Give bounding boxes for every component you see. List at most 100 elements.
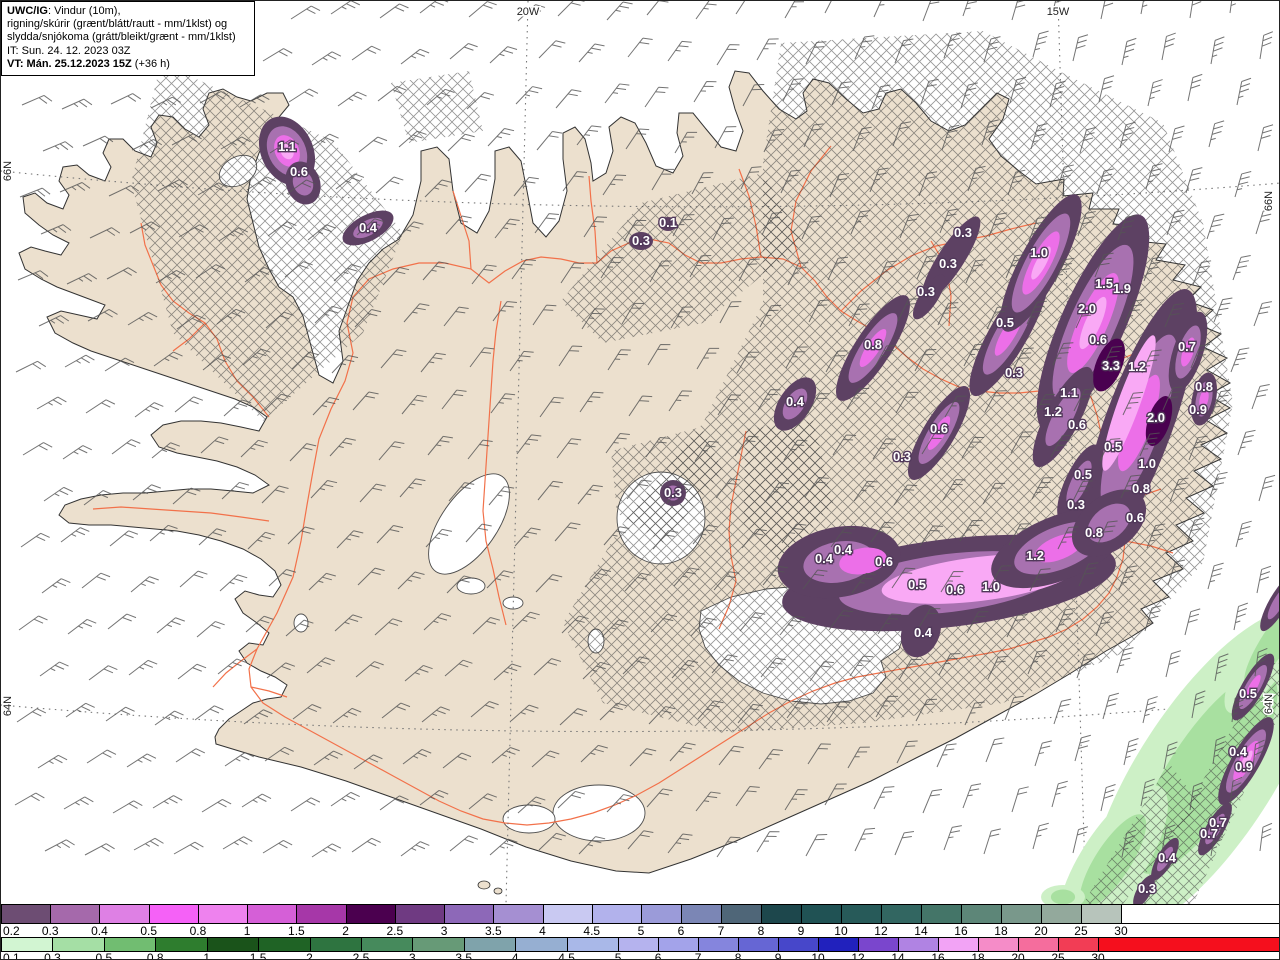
colorbar-tick-label: 30 bbox=[1091, 951, 1105, 960]
precip-value-label: 0.4 bbox=[834, 542, 853, 557]
colorbar-tick-label: 4.5 bbox=[583, 924, 601, 938]
colorbar-segment bbox=[542, 905, 592, 923]
colorbar-tick-label: 0.8 bbox=[146, 951, 164, 960]
colorbar-tick-label: 0.8 bbox=[189, 924, 207, 938]
precip-value-label: 0.6 bbox=[946, 582, 964, 597]
colorbar-tick-label: 7 bbox=[694, 951, 702, 960]
colorbar-tick-label: 5 bbox=[614, 951, 622, 960]
colorbar-tick-label: 20 bbox=[1034, 924, 1048, 938]
colorbar-segment bbox=[1040, 905, 1081, 923]
precip-value-label: 0.6 bbox=[1126, 510, 1144, 525]
precip-value-label: 2.0 bbox=[1078, 301, 1096, 316]
precip-value-label: 0.5 bbox=[1074, 467, 1092, 482]
colorbar-segment bbox=[412, 938, 464, 951]
precip-value-label: 0.6 bbox=[930, 421, 948, 436]
precip-value-label: 0.5 bbox=[1104, 439, 1122, 454]
colorbar-tick-label: 4 bbox=[511, 951, 519, 960]
colorbar-tick-label: 0.5 bbox=[95, 951, 113, 960]
meridian-label: 20W bbox=[517, 6, 540, 18]
colorbar-segment bbox=[197, 905, 248, 923]
colorbar-segment bbox=[938, 938, 979, 951]
precip-value-label: 0.3 bbox=[917, 284, 935, 299]
colorbar-tick-label: 25 bbox=[1074, 924, 1088, 938]
colorbar-tick-label: 16 bbox=[931, 951, 945, 960]
precip-value-label: 0.3 bbox=[939, 256, 957, 271]
forecast-title-box: UWC/IG: Vindur (10m), rigning/skúrir (gr… bbox=[1, 1, 255, 77]
colorbar-panel: 0.2 0.3 0.4 0.5 0.8 1 1.5 2 2.5 3 3.5 4 4.5 5 6 7 8 9 10 12… bbox=[1, 904, 1279, 960]
colorbar-tick-label: 30 bbox=[1114, 924, 1128, 938]
colorbar-segment bbox=[840, 905, 881, 923]
colorbar-tick-label: 16 bbox=[954, 924, 968, 938]
title-line-valid-time: VT: Mán. 25.12.2023 15Z (+36 h) bbox=[7, 57, 170, 70]
colorbar-segment bbox=[360, 938, 413, 951]
eyjafjallajokull-glacier bbox=[502, 804, 556, 834]
colorbar-tick-label: 20 bbox=[1011, 951, 1025, 960]
precip-value-label: 0.1 bbox=[659, 215, 677, 230]
precip-value-label: 0.4 bbox=[1229, 744, 1248, 759]
precip-value-label: 0.8 bbox=[864, 337, 882, 352]
precip-value-label: 0.3 bbox=[1005, 365, 1023, 380]
myrdalsjokull-glacier bbox=[552, 784, 646, 842]
colorbar-segment bbox=[493, 905, 543, 923]
colorbar-tick-label: 0.2 bbox=[3, 924, 20, 938]
colorbar-tick-label: 18 bbox=[971, 951, 985, 960]
precip-value-label: 0.9 bbox=[1235, 759, 1253, 774]
colorbar-segment bbox=[309, 938, 361, 951]
title-line-rain-legend: rigning/skúrir (grænt/blátt/rautt - mm/1… bbox=[7, 18, 228, 31]
precip-value-label: 1.0 bbox=[982, 579, 1000, 594]
colorbar-segment bbox=[680, 905, 721, 923]
title-line-sleet-legend: slydda/snjókoma (grátt/bleikt/grænt - mm… bbox=[7, 31, 236, 44]
colorbar-segment bbox=[720, 905, 761, 923]
precip-value-label: 0.5 bbox=[1239, 686, 1257, 701]
precip-value-label: 0.3 bbox=[1138, 881, 1156, 896]
colorbar-segment bbox=[1120, 905, 1279, 923]
precip-value-label: 0.3 bbox=[954, 225, 972, 240]
colorbar-segment bbox=[247, 905, 297, 923]
latitude-label: 64N bbox=[2, 696, 14, 716]
precip-value-label: 0.7 bbox=[1178, 339, 1196, 354]
colorbar-tick-label: 9 bbox=[797, 924, 805, 938]
colorbar-tick-label: 25 bbox=[1051, 951, 1065, 960]
precip-value-label: 3.3 bbox=[1102, 358, 1120, 373]
colorbar-segment bbox=[800, 905, 841, 923]
precip-value-label: 0.6 bbox=[1068, 417, 1086, 432]
precip-value-label: 0.9 bbox=[1189, 402, 1207, 417]
precip-value-label: 0.4 bbox=[1158, 850, 1177, 865]
colorbar-tick-label: 5 bbox=[637, 924, 645, 938]
colorbar-tick-label: 12 bbox=[851, 951, 865, 960]
precip-value-label: 0.4 bbox=[786, 394, 805, 409]
iceland-wind-precip-map: 1.10.60.40.30.10.30.30.30.30.80.40.50.30… bbox=[1, 1, 1279, 904]
colorbar-segment bbox=[698, 938, 739, 951]
colorbar-segment bbox=[1098, 938, 1279, 951]
precip-value-label: 1.2 bbox=[1044, 404, 1062, 419]
colorbar-segment bbox=[898, 938, 939, 951]
precip-value-label: 2.0 bbox=[1147, 410, 1165, 425]
map-area: 1.1 0.6 0.4 0.3 0.1 0.3 0.3 0.3 0.3 0.8 0.4 0.5 0.3 0… bbox=[1, 1, 1279, 904]
precip-value-label: 0.8 bbox=[1195, 379, 1213, 394]
colorbar-segment bbox=[818, 938, 859, 951]
colorbar-segment bbox=[1018, 938, 1059, 951]
colorbar-tick-label: 2.5 bbox=[386, 924, 404, 938]
colorbar-tick-label: 10 bbox=[811, 951, 825, 960]
colorbar-tick-label: 6 bbox=[654, 951, 662, 960]
colorbar-tick-label: 18 bbox=[994, 924, 1008, 938]
colorbar-segment bbox=[515, 938, 567, 951]
colorbar-tick-label: 8 bbox=[757, 924, 765, 938]
colorbar-segment bbox=[1000, 905, 1041, 923]
colorbar-tick-label: 3 bbox=[409, 951, 416, 960]
latitude-label: 66N bbox=[1263, 191, 1275, 211]
precip-value-label: 0.5 bbox=[996, 315, 1014, 330]
colorbar-tick-label: 3.5 bbox=[455, 951, 473, 960]
colorbar-segment bbox=[148, 905, 198, 923]
colorbar-segment bbox=[778, 938, 819, 951]
sleet-snow-colorbar-ticks: 0.2 0.3 0.4 0.5 0.8 1 1.5 2 2.5 3 3.5 4 4.5 5 6 7 8 9 10 12… bbox=[1, 924, 1279, 938]
colorbar-segment bbox=[206, 938, 259, 951]
precip-value-label: 0.3 bbox=[893, 449, 911, 464]
colorbar-segment bbox=[566, 938, 619, 951]
colorbar-segment bbox=[463, 938, 516, 951]
colorbar-tick-label: 0.3 bbox=[44, 951, 61, 960]
rain-colorbar-ticks: 0.1 0.3 0.5 0.8 1 1.5 2 2.5 3 3.5 4 4.5 5 6 7 8 9 10 12 14 1… bbox=[1, 951, 1279, 960]
colorbar-segment bbox=[618, 938, 659, 951]
colorbar-tick-label: 1 bbox=[203, 951, 211, 960]
precip-value-label: 0.3 bbox=[1067, 497, 1085, 512]
